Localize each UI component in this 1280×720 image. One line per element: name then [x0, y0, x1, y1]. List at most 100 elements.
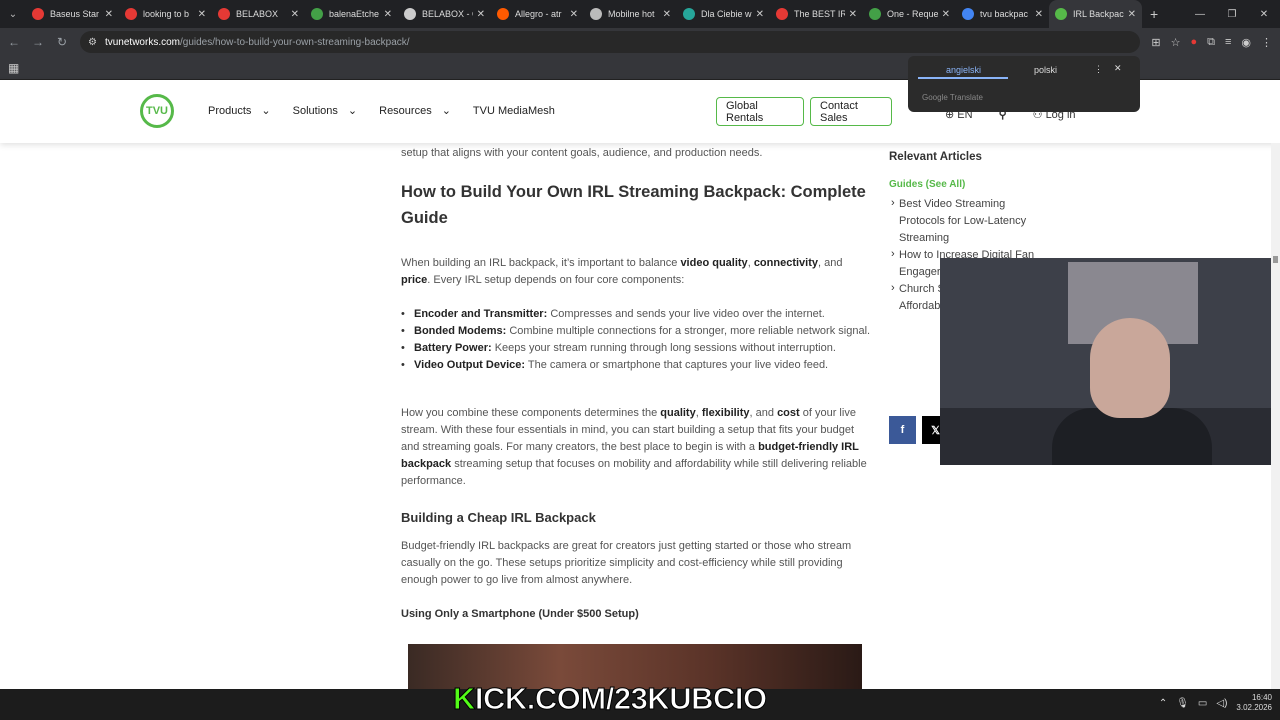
browser-tab[interactable]: The BEST IR ✕ [770, 0, 863, 28]
restore-button[interactable]: ❐ [1216, 0, 1248, 28]
contact-sales-button[interactable]: Contact Sales [810, 97, 892, 126]
global-rentals-button[interactable]: Global Rentals [716, 97, 804, 126]
browser-tab[interactable]: balenaEtche ✕ [305, 0, 398, 28]
browser-tab[interactable]: Mobilne hot ✕ [584, 0, 677, 28]
list-item: Battery Power: Keeps your stream running… [401, 340, 871, 357]
page-scrollbar[interactable] [1271, 143, 1280, 689]
combine-paragraph: How you combine these components determi… [401, 405, 871, 490]
tab-close-icon[interactable]: ✕ [198, 9, 206, 20]
list-item: Video Output Device: The camera or smart… [401, 357, 871, 374]
lead-paragraph: setup that aligns with your content goal… [401, 147, 763, 159]
subsection-heading: Using Only a Smartphone (Under $500 Setu… [401, 608, 639, 620]
nav-label: Resources [379, 104, 432, 117]
clock[interactable]: 16:40 3.02.2026 [1236, 693, 1272, 713]
main-nav: Products ⌄ Solutions ⌄ Resources ⌄ TVU Medi… [208, 104, 555, 118]
tab-close-icon[interactable]: ✕ [663, 9, 671, 20]
text: How you combine these components determi… [401, 407, 661, 419]
speaker-icon[interactable]: ◁) [1216, 698, 1227, 709]
tab-close-icon[interactable]: ✕ [1035, 9, 1043, 20]
tab-close-icon[interactable]: ✕ [942, 9, 950, 20]
url-field[interactable]: ⚙ tvunetworks.com /guides/how-to-build-y… [80, 31, 1140, 53]
close-window-button[interactable]: ✕ [1248, 0, 1280, 28]
menu-kebab-icon[interactable]: ⋮ [1261, 36, 1272, 49]
nav-label: Products [208, 104, 252, 117]
nav-mediamesh[interactable]: TVU MediaMesh [473, 104, 555, 117]
tab-label: balenaEtche [329, 9, 380, 19]
tab-close-icon[interactable]: ✕ [105, 9, 113, 20]
tab-close-icon[interactable]: ✕ [384, 9, 392, 20]
browser-tab[interactable]: BELABOX - G ✕ [398, 0, 491, 28]
browser-tab[interactable]: IRL Backpack ✕ [1049, 0, 1142, 28]
browser-tab[interactable]: BELABOX ✕ [212, 0, 305, 28]
site-info-icon[interactable]: ⚙ [88, 37, 97, 48]
browser-tab[interactable]: One - Reque ✕ [863, 0, 956, 28]
scrollbar-thumb[interactable] [1273, 256, 1278, 263]
nav-solutions[interactable]: Solutions ⌄ [293, 104, 358, 118]
kick-overlay-text: KICK.COM/23KUBCIO [453, 681, 768, 717]
tab-close-icon[interactable]: ✕ [1128, 9, 1136, 20]
list-item: Bonded Modems: Combine multiple connecti… [401, 323, 871, 340]
tab-close-icon[interactable]: ✕ [849, 9, 857, 20]
translate-popup: angielski polski ⋮ ✕ Google Translate [908, 56, 1140, 112]
intro-paragraph: When building an IRL backpack, it’s impo… [401, 255, 871, 289]
tab-close-icon[interactable]: ✕ [570, 9, 578, 20]
text: streaming setup that focuses on mobility… [401, 458, 867, 487]
bookmark-star-icon[interactable]: ☆ [1171, 36, 1181, 49]
back-icon[interactable]: ← [2, 35, 26, 49]
translate-tab-source[interactable]: angielski [946, 65, 981, 75]
nav-label: TVU MediaMesh [472, 104, 555, 117]
new-tab-button[interactable]: + [1150, 6, 1158, 22]
bold-text: connectivity [753, 257, 818, 269]
address-bar-row: ← → ↻ ⚙ tvunetworks.com /guides/how-to-b… [0, 28, 1280, 56]
tab-label: Mobilne hot [608, 9, 655, 19]
tab-favicon-icon [218, 8, 230, 20]
forward-icon[interactable]: → [26, 35, 50, 49]
list-term: Bonded Modems: [414, 325, 507, 337]
see-all-link[interactable]: Guides (See All) [889, 179, 965, 190]
clock-time: 16:40 [1251, 693, 1272, 702]
nav-products[interactable]: Products ⌄ [208, 104, 271, 118]
system-tray: ⌃ 🎙 ▭ ◁) 16:40 3.02.2026 [1159, 693, 1272, 713]
tab-close-icon[interactable]: ✕ [756, 9, 764, 20]
browser-tab[interactable]: tvu backpac ✕ [956, 0, 1049, 28]
tab-favicon-icon [311, 8, 323, 20]
chevron-up-icon[interactable]: ⌃ [1159, 698, 1167, 709]
extensions-puzzle-icon[interactable]: ⧉ [1207, 36, 1215, 49]
apps-grid-icon[interactable]: ▦ [8, 61, 19, 75]
translate-options-icon[interactable]: ⋮ [1094, 64, 1103, 75]
media-icon[interactable]: ≡ [1225, 36, 1231, 48]
reload-icon[interactable]: ↻ [50, 35, 74, 49]
display-icon[interactable]: ▭ [1198, 698, 1207, 709]
tab-favicon-icon [962, 8, 974, 20]
tvu-logo[interactable]: TVU [140, 94, 174, 128]
browser-tab[interactable]: Baseus Star ✕ [26, 0, 119, 28]
translate-close-icon[interactable]: ✕ [1114, 63, 1122, 74]
section-heading: Building a Cheap IRL Backpack [401, 510, 596, 525]
tab-close-icon[interactable]: ✕ [291, 9, 299, 20]
relevant-articles-sidebar: Relevant Articles Guides (See All) Best … [889, 151, 1049, 312]
tab-close-icon[interactable]: ✕ [477, 9, 485, 20]
browser-tab[interactable]: Dla Ciebie w ✕ [677, 0, 770, 28]
kick-k: K [453, 681, 476, 717]
profile-avatar-icon[interactable]: ◉ [1241, 36, 1251, 49]
extension-icon[interactable]: ● [1190, 36, 1197, 48]
related-article-link[interactable]: Best Video Streaming Protocols for Low-L… [889, 195, 1049, 247]
tab-favicon-icon [683, 8, 695, 20]
translate-icon[interactable]: ⊞ [1151, 36, 1160, 49]
facebook-share-button[interactable]: f [889, 416, 916, 444]
browser-tab[interactable]: looking to b ✕ [119, 0, 212, 28]
nav-resources[interactable]: Resources ⌄ [379, 104, 451, 118]
translate-tab-target[interactable]: polski [1034, 65, 1057, 75]
list-term: Video Output Device: [414, 359, 526, 371]
tab-favicon-icon [1055, 8, 1067, 20]
chevron-down-icon: ⌄ [347, 105, 358, 117]
url-site: tvunetworks.com [104, 36, 180, 48]
microphone-icon[interactable]: 🎙 [1176, 698, 1189, 709]
text: . Every IRL setup depends on four core c… [427, 274, 685, 286]
tab-label: looking to b [143, 9, 190, 19]
toolbar-icons: ⊞ ☆ ● ⧉ ≡ ◉ ⋮ [1151, 28, 1272, 56]
tab-search-button[interactable]: ⌄ [0, 0, 26, 28]
browser-tab[interactable]: Allegro - atr ✕ [491, 0, 584, 28]
minimize-button[interactable]: — [1184, 0, 1216, 28]
tab-label: BELABOX [236, 9, 279, 19]
